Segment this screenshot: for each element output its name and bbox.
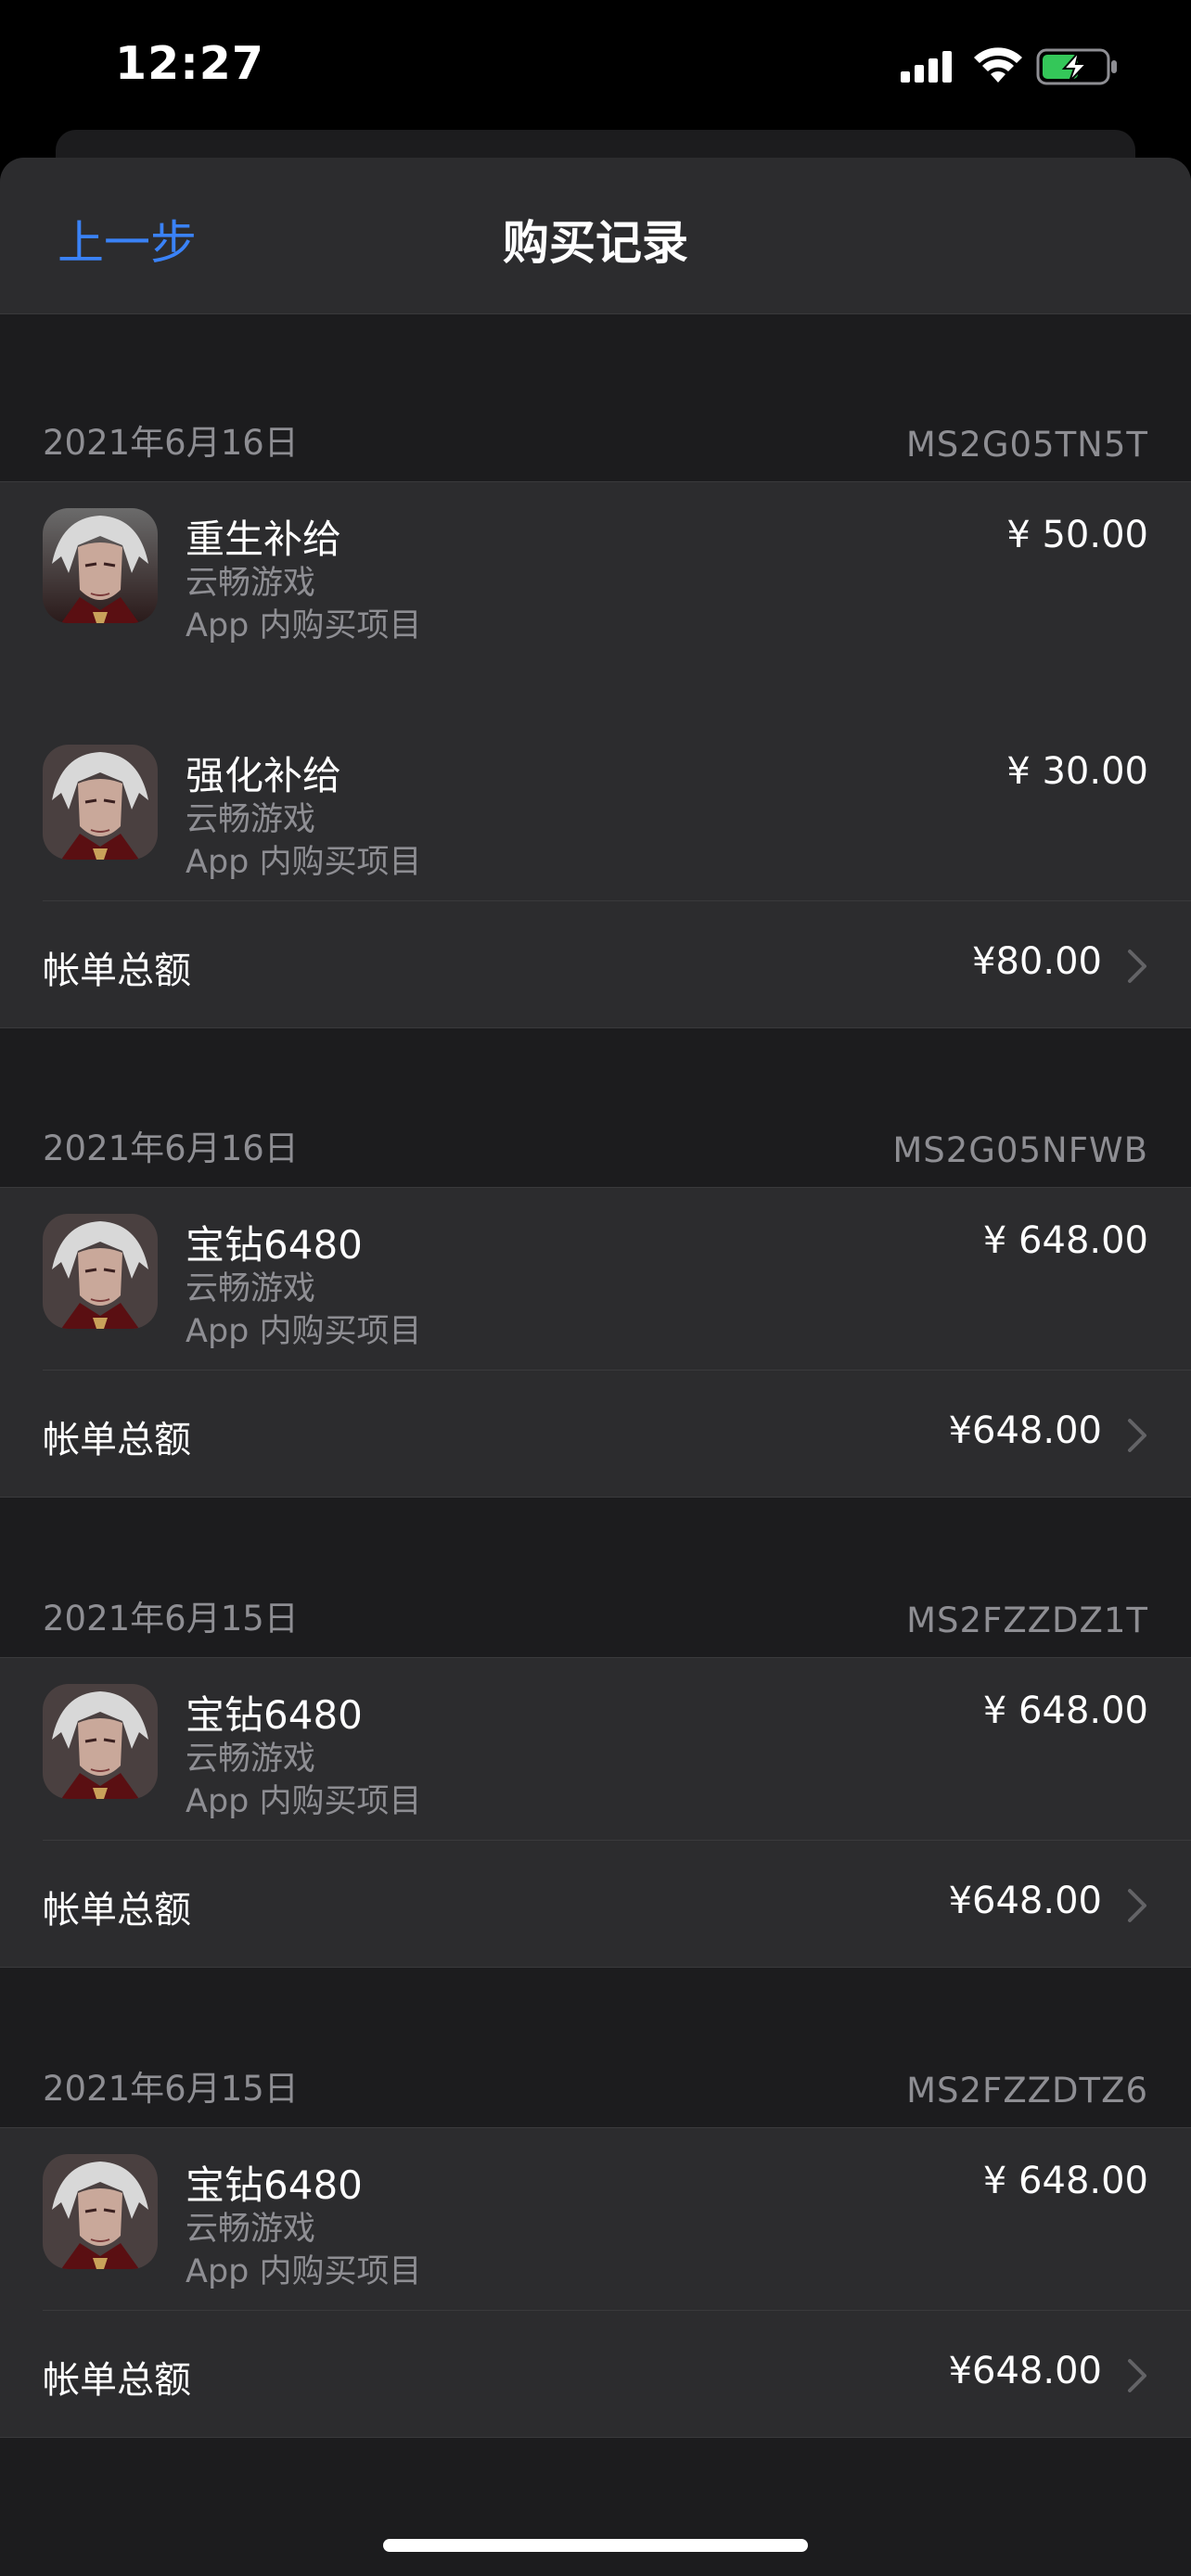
item-developer: 云畅游戏 bbox=[186, 1741, 316, 1778]
purchase-section: 2021年6月16日 MS2G05NFWB 宝钻6480 云畅游戏 App 内购… bbox=[0, 1076, 1191, 1498]
section-header: 2021年6月16日 MS2G05TN5T bbox=[0, 369, 1191, 481]
page-title: 购买记录 bbox=[503, 216, 688, 270]
game-character-icon bbox=[43, 745, 158, 860]
bill-total-label: 帐单总额 bbox=[43, 1419, 191, 1461]
item-type: App 内购买项目 bbox=[186, 1313, 422, 1350]
home-indicator[interactable] bbox=[383, 2539, 808, 2552]
item-developer: 云畅游戏 bbox=[186, 1270, 316, 1307]
purchase-item[interactable]: 宝钻6480 云畅游戏 App 内购买项目 ¥ 648.00 bbox=[0, 2128, 1191, 2310]
purchase-history-sheet: 上一步 购买记录 2021年6月16日 MS2G05TN5T 重生补给 云畅游戏… bbox=[0, 158, 1191, 2576]
order-id: MS2G05TN5T bbox=[905, 425, 1148, 465]
navigation-bar: 上一步 购买记录 bbox=[0, 158, 1191, 314]
bill-total-amount: ¥80.00 bbox=[972, 940, 1102, 983]
game-character-icon bbox=[43, 1684, 158, 1799]
item-price: ¥ 648.00 bbox=[982, 2160, 1148, 2202]
section-header: 2021年6月15日 MS2FZZDZ1T bbox=[0, 1546, 1191, 1657]
item-price: ¥ 50.00 bbox=[1006, 514, 1148, 556]
purchase-item[interactable]: 宝钻6480 云畅游戏 App 内购买项目 ¥ 648.00 bbox=[0, 1188, 1191, 1370]
order-id: MS2G05NFWB bbox=[892, 1130, 1148, 1170]
bill-total-label: 帐单总额 bbox=[43, 950, 191, 992]
section-header: 2021年6月16日 MS2G05NFWB bbox=[0, 1076, 1191, 1187]
chevron-right-icon bbox=[1128, 1419, 1146, 1452]
game-character-icon bbox=[43, 2154, 158, 2269]
order-id: MS2FZZDZ1T bbox=[906, 1600, 1148, 1640]
purchase-group: 宝钻6480 云畅游戏 App 内购买项目 ¥ 648.00 帐单总额 ¥648… bbox=[0, 2127, 1191, 2438]
item-price: ¥ 30.00 bbox=[1006, 750, 1148, 793]
order-date: 2021年6月16日 bbox=[43, 423, 299, 463]
status-time: 12:27 bbox=[115, 37, 264, 90]
chevron-right-icon bbox=[1128, 950, 1146, 983]
order-date: 2021年6月16日 bbox=[43, 1129, 299, 1168]
item-type: App 内购买项目 bbox=[186, 1783, 422, 1820]
item-developer: 云畅游戏 bbox=[186, 565, 316, 602]
purchase-item[interactable]: 强化补给 云畅游戏 App 内购买项目 ¥ 30.00 bbox=[0, 719, 1191, 900]
item-type: App 内购买项目 bbox=[186, 844, 422, 881]
item-price: ¥ 648.00 bbox=[982, 1690, 1148, 1732]
game-character-icon bbox=[43, 1214, 158, 1329]
cellular-signal-icon bbox=[901, 51, 952, 83]
bill-total-label: 帐单总额 bbox=[43, 2359, 191, 2402]
item-developer: 云畅游戏 bbox=[186, 801, 316, 838]
bill-total-row[interactable]: 帐单总额 ¥648.00 bbox=[43, 1370, 1191, 1497]
bill-total-amount: ¥648.00 bbox=[948, 1409, 1102, 1452]
bill-total-row[interactable]: 帐单总额 ¥80.00 bbox=[43, 900, 1191, 1027]
chevron-right-icon bbox=[1128, 2359, 1146, 2392]
purchase-group: 宝钻6480 云畅游戏 App 内购买项目 ¥ 648.00 帐单总额 ¥648… bbox=[0, 1187, 1191, 1498]
chevron-right-icon bbox=[1128, 1889, 1146, 1922]
purchase-item[interactable]: 重生补给 云畅游戏 App 内购买项目 ¥ 50.00 bbox=[0, 482, 1191, 719]
item-developer: 云畅游戏 bbox=[186, 2211, 316, 2248]
order-date: 2021年6月15日 bbox=[43, 2069, 299, 2109]
purchase-section: 2021年6月16日 MS2G05TN5T 重生补给 云畅游戏 App 内购买项… bbox=[0, 369, 1191, 1028]
purchase-group: 宝钻6480 云畅游戏 App 内购买项目 ¥ 648.00 帐单总额 ¥648… bbox=[0, 1657, 1191, 1968]
purchase-group: 重生补给 云畅游戏 App 内购买项目 ¥ 50.00 强化补给 云畅游戏 Ap… bbox=[0, 481, 1191, 1028]
bill-total-row[interactable]: 帐单总额 ¥648.00 bbox=[43, 2310, 1191, 2437]
order-date: 2021年6月15日 bbox=[43, 1599, 299, 1639]
bill-total-label: 帐单总额 bbox=[43, 1889, 191, 1932]
wifi-icon bbox=[974, 47, 1022, 83]
purchase-section: 2021年6月15日 MS2FZZDTZ6 宝钻6480 云畅游戏 App 内购… bbox=[0, 2016, 1191, 2438]
bill-total-row[interactable]: 帐单总额 ¥648.00 bbox=[43, 1840, 1191, 1967]
bill-total-amount: ¥648.00 bbox=[948, 2350, 1102, 2392]
battery-charging-icon bbox=[1036, 48, 1117, 85]
bill-total-amount: ¥648.00 bbox=[948, 1880, 1102, 1922]
item-type: App 内购买项目 bbox=[186, 2253, 422, 2290]
section-header: 2021年6月15日 MS2FZZDTZ6 bbox=[0, 2016, 1191, 2127]
item-price: ¥ 648.00 bbox=[982, 1219, 1148, 1262]
item-type: App 内购买项目 bbox=[186, 607, 422, 644]
game-character-icon bbox=[43, 508, 158, 623]
order-id: MS2FZZDTZ6 bbox=[906, 2071, 1148, 2111]
purchase-section: 2021年6月15日 MS2FZZDZ1T 宝钻6480 云畅游戏 App 内购… bbox=[0, 1546, 1191, 1968]
purchase-item[interactable]: 宝钻6480 云畅游戏 App 内购买项目 ¥ 648.00 bbox=[0, 1658, 1191, 1840]
status-bar: 12:27 bbox=[0, 0, 1191, 139]
